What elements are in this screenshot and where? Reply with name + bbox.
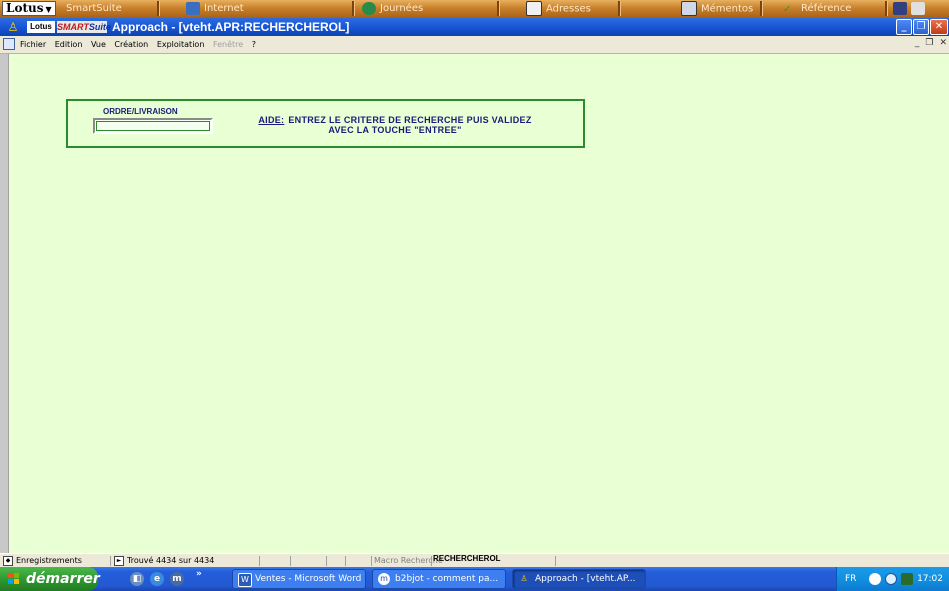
drawer-divider	[352, 1, 355, 16]
smartsuite-logo-suite: Suite	[88, 22, 111, 32]
drawer-label: Mémentos	[701, 3, 754, 15]
minimize-button[interactable]: _	[896, 19, 912, 35]
language-indicator[interactable]: FR	[845, 567, 856, 591]
lotus-logo: Lotus	[27, 21, 55, 33]
drawer-label: Référence	[801, 3, 852, 14]
status-bar: ◆ Enregistrements ► Trouvé 4434 sur 4434 M…	[0, 553, 949, 568]
drawer-adresses[interactable]: Adresses	[526, 1, 591, 16]
close-button[interactable]: ✕	[930, 19, 948, 35]
globe-icon	[362, 1, 376, 15]
drawer-divider	[885, 1, 888, 16]
status-divider	[555, 556, 556, 566]
help-line-1: ENTREZ LE CRITERE DE RECHERCHE PUIS VALI…	[288, 115, 532, 125]
task-approach[interactable]: ♙ Approach - [vteht.AP...	[512, 569, 646, 589]
start-label: démarrer	[26, 571, 100, 587]
help-prefix: AIDE:	[258, 115, 285, 125]
drawer-extra[interactable]	[893, 1, 929, 16]
drawer-label: Journées	[380, 3, 424, 14]
quicklaunch-app-icon[interactable]: m	[170, 572, 184, 586]
status-divider	[326, 556, 327, 566]
doc-restore-button[interactable]: ❐	[925, 38, 933, 48]
drawer-journees[interactable]: Journées	[362, 1, 423, 16]
tray-back-icon[interactable]	[869, 573, 881, 585]
drawer-internet[interactable]: Internet	[186, 1, 244, 16]
menu-creation[interactable]: Création	[114, 40, 148, 49]
address-book-icon	[526, 1, 542, 16]
window-title: Approach - [vteht.APR:RECHERCHEROL]	[112, 20, 350, 34]
windows-logo-icon	[8, 573, 20, 585]
task-b2bjot[interactable]: m b2bjot - comment pa...	[372, 569, 506, 589]
task-label: Approach - [vteht.AP...	[535, 574, 636, 584]
help-line-2: AVEC LA TOUCHE "ENTREE"	[328, 125, 462, 135]
field-label-ordre-livraison: ORDRE/LIVRAISON	[103, 107, 178, 116]
menu-help[interactable]: ?	[252, 40, 256, 49]
search-panel: ORDRE/LIVRAISON AIDE: ENTREZ LE CRITERE D…	[66, 99, 585, 148]
approach-icon: ♙	[520, 574, 528, 583]
task-label: Ventes - Microsoft Word	[255, 574, 362, 584]
menu-exploitation[interactable]: Exploitation	[157, 40, 205, 49]
doc-close-button[interactable]: ✕	[939, 38, 947, 48]
menu-vue[interactable]: Vue	[91, 40, 106, 49]
taskbar: démarrer ◧ e m » W Ventes - Microsoft Wor…	[0, 567, 949, 591]
start-button[interactable]: démarrer	[0, 567, 100, 591]
drawer-divider	[618, 1, 621, 16]
drawer-label: SmartSuite	[66, 3, 122, 14]
drawer-reference[interactable]: ✓ Référence	[783, 1, 851, 16]
browser-icon: m	[378, 573, 390, 585]
drawer-label: Adresses	[546, 3, 591, 15]
checkmark-icon: ✓	[783, 3, 792, 15]
quicklaunch-desktop-icon[interactable]: ◧	[130, 572, 144, 586]
word-icon: W	[238, 573, 252, 587]
speaker-icon	[911, 1, 925, 15]
smartsuite-bar: Lotus ▼ SmartSuite Internet Journées Adre…	[0, 0, 949, 18]
status-divider	[259, 556, 260, 566]
lotus-menu-label: Lotus	[6, 1, 44, 15]
status-records[interactable]: ◆ Enregistrements	[3, 554, 82, 568]
status-divider	[431, 556, 432, 566]
drawer-divider	[760, 1, 763, 16]
status-found-label: Trouvé 4434 sur 4434	[127, 556, 215, 565]
restore-button[interactable]: ❐	[913, 19, 929, 35]
lotus-menu-button[interactable]: Lotus ▼	[2, 1, 56, 16]
notes-icon	[681, 1, 697, 16]
task-label: b2bjot - comment pa...	[395, 574, 499, 584]
menu-fichier[interactable]: Fichier	[20, 40, 46, 49]
drawer-smartsuite[interactable]: SmartSuite	[66, 1, 122, 16]
drawer-mementos[interactable]: Mémentos	[681, 1, 753, 16]
status-divider	[290, 556, 291, 566]
status-divider	[345, 556, 346, 566]
status-found[interactable]: ► Trouvé 4434 sur 4434	[114, 554, 214, 568]
approach-app-icon[interactable]: ♙	[6, 20, 20, 34]
tray-messenger-icon[interactable]	[885, 573, 897, 585]
status-records-label: Enregistrements	[16, 556, 82, 565]
drawer-divider	[497, 1, 500, 16]
drawer-divider	[157, 1, 160, 16]
internet-icon	[186, 1, 200, 15]
menu-fenetre[interactable]: Fenêtre	[213, 40, 243, 49]
drawer-label: Internet	[204, 3, 244, 14]
tray-network-icon[interactable]	[901, 573, 913, 585]
task-word[interactable]: W Ventes - Microsoft Word	[232, 569, 366, 589]
menu-edition[interactable]: Edition	[55, 40, 83, 49]
status-macro-value: RECHERCHEROL	[433, 554, 501, 563]
status-divider	[371, 556, 372, 566]
smartsuite-logo: SMARTSuite	[57, 21, 111, 33]
smartsuite-logo-smart: SMART	[57, 22, 89, 32]
records-icon: ◆	[3, 555, 13, 566]
document-icon[interactable]	[3, 38, 15, 50]
quicklaunch-ie-icon[interactable]: e	[150, 572, 164, 586]
menu-bar: Fichier Edition Vue Création Exploitatio…	[0, 36, 949, 54]
arrow-right-icon: ►	[114, 555, 124, 566]
help-text: AIDE: ENTREZ LE CRITERE DE RECHERCHE PUIS…	[210, 115, 580, 135]
status-divider	[110, 556, 111, 566]
book-icon	[893, 1, 907, 15]
window-titlebar: ♙ Lotus SMARTSuite Approach - [vteht.APR…	[0, 18, 949, 36]
doc-minimize-button[interactable]: _	[915, 38, 920, 48]
form-canvas: ORDRE/LIVRAISON AIDE: ENTREZ LE CRITERE D…	[8, 54, 949, 553]
ordre-livraison-input[interactable]	[93, 118, 213, 134]
dropdown-arrow-icon: ▼	[45, 4, 52, 14]
system-tray: FR 17:02	[836, 567, 949, 591]
clock: 17:02	[917, 574, 943, 584]
quicklaunch-more-icon[interactable]: »	[196, 569, 202, 579]
